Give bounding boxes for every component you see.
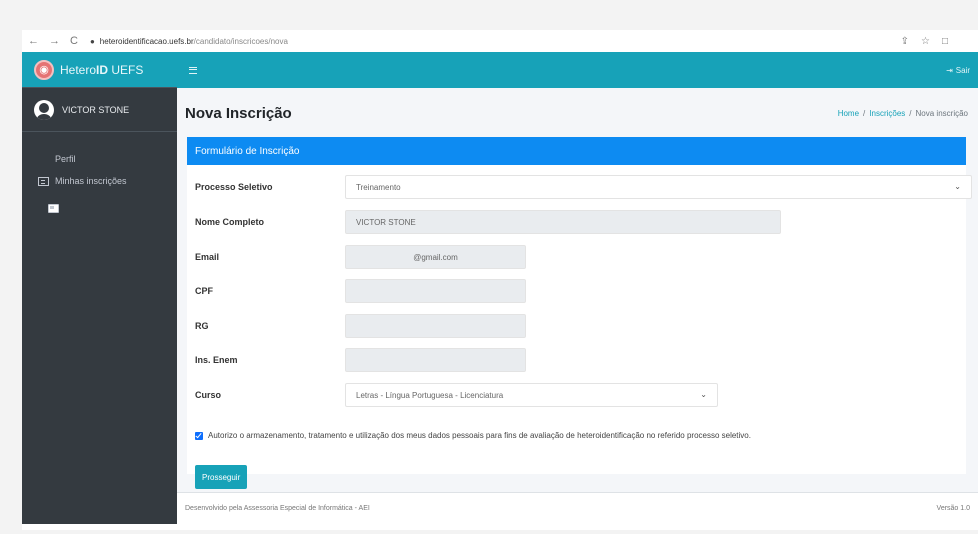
content-wrapper: Nova Inscrição Home / Inscrições / Nova insc…	[177, 88, 978, 524]
form-card: Formulário de Inscrição Processo Seletiv…	[187, 137, 972, 489]
brand-name-light: Hetero	[60, 62, 97, 77]
rg-label: RG	[195, 321, 209, 331]
chevron-down-icon: ⌄	[700, 390, 707, 399]
brand[interactable]: ◉ HeteroID UEFS	[22, 52, 177, 88]
email-label: Email	[195, 252, 220, 262]
id-card-icon	[48, 203, 59, 213]
sidebar-item-minhas-inscricoes[interactable]: Minhas inscrições	[22, 170, 177, 192]
top-navbar: ⇥ Sair	[177, 52, 978, 88]
browser-toolbar: ← → C ● heteroidentificacao.uefs.br /can…	[22, 30, 978, 52]
page-title: Nova Inscrição	[185, 104, 292, 122]
form-row-ins-enem: Ins. Enem	[195, 348, 526, 372]
address-bar[interactable]: ● heteroidentificacao.uefs.br /candidato…	[90, 37, 288, 46]
processo-seletivo-select[interactable]: Treinamento ⌄	[345, 175, 972, 199]
breadcrumb-separator: /	[863, 108, 866, 118]
email-field[interactable]: @gmail.com	[345, 245, 526, 269]
chevron-down-icon: ⌄	[954, 182, 961, 191]
brand-logo-icon: ◉	[34, 59, 54, 80]
sidebar: ◉ HeteroID UEFS VICTOR STONE Perfil Minh…	[22, 52, 177, 524]
breadcrumb: Home / Inscrições / Nova inscrição	[838, 109, 968, 118]
app-window: ◉ HeteroID UEFS VICTOR STONE Perfil Minh…	[22, 52, 978, 530]
curso-value: Letras - Língua Portuguesa - Licenciatur…	[356, 390, 504, 400]
cpf-field[interactable]	[345, 279, 526, 303]
curso-select[interactable]: Letras - Língua Portuguesa - Licenciatur…	[345, 383, 718, 407]
nome-completo-field[interactable]: VICTOR STONE	[345, 210, 781, 234]
content-header: Nova Inscrição Home / Inscrições / Nova insc…	[177, 88, 978, 138]
brand-name-bold: ID	[96, 62, 109, 77]
footer: Desenvolvido pela Assessoria Especial de…	[177, 492, 978, 524]
processo-seletivo-label: Processo Seletivo	[195, 182, 273, 192]
browser-actions: ⇪ ☆ □	[901, 36, 948, 47]
logout-label: Sair	[955, 65, 970, 75]
curso-label: Curso	[195, 390, 222, 400]
card-title: Formulário de Inscrição	[187, 137, 966, 165]
email-value: @gmail.com	[413, 252, 458, 262]
consent-row: Autorizo o armazenamento, tratamento e u…	[195, 431, 751, 440]
ins-enem-label: Ins. Enem	[195, 355, 238, 365]
logout-button[interactable]: ⇥ Sair	[946, 66, 970, 75]
form-row-rg: RG	[195, 314, 526, 338]
browser-nav: ← → C	[28, 35, 78, 47]
back-icon[interactable]: ←	[28, 35, 39, 47]
nome-completo-value: VICTOR STONE	[356, 217, 416, 227]
user-name: VICTOR STONE	[62, 104, 130, 115]
cpf-label: CPF	[195, 286, 213, 296]
rg-field[interactable]	[345, 314, 526, 338]
lock-icon: ●	[89, 36, 95, 46]
brand-name-suffix: UEFS	[108, 62, 144, 77]
prosseguir-button[interactable]: Prosseguir	[195, 465, 248, 489]
consent-checkbox[interactable]	[195, 431, 203, 440]
window-icon[interactable]: □	[942, 36, 948, 47]
form-row-email: Email @gmail.com	[195, 245, 526, 269]
forward-icon[interactable]: →	[49, 35, 60, 47]
breadcrumb-home[interactable]: Home	[838, 109, 859, 118]
processo-seletivo-value: Treinamento	[356, 182, 401, 192]
footer-version: Versão 1.0	[936, 505, 970, 512]
reload-icon[interactable]: C	[70, 35, 78, 47]
sidebar-item-label: Perfil	[55, 154, 76, 164]
share-icon[interactable]: ⇪	[901, 36, 909, 47]
form-row-processo-seletivo: Processo Seletivo Treinamento ⌄	[195, 175, 972, 199]
sidebar-item-perfil[interactable]: Perfil	[22, 148, 177, 213]
page: ← → C ● heteroidentificacao.uefs.br /can…	[0, 0, 978, 534]
consent-text: Autorizo o armazenamento, tratamento e u…	[208, 431, 751, 440]
star-icon[interactable]: ☆	[921, 36, 930, 47]
nome-completo-label: Nome Completo	[195, 217, 265, 227]
user-panel[interactable]: VICTOR STONE	[22, 88, 177, 132]
sidebar-item-label: Minhas inscrições	[55, 176, 127, 186]
ins-enem-field[interactable]	[345, 348, 526, 372]
user-avatar-icon	[34, 99, 54, 120]
url-path: /candidato/inscricoes/nova	[193, 36, 288, 46]
breadcrumb-inscricoes[interactable]: Inscrições	[869, 109, 905, 118]
list-icon	[38, 176, 49, 186]
logout-icon: ⇥	[946, 65, 953, 75]
footer-credit: Desenvolvido pela Assessoria Especial de…	[185, 505, 370, 512]
breadcrumb-current: Nova inscrição	[915, 108, 968, 118]
url-host: heteroidentificacao.uefs.br	[99, 36, 194, 46]
form-row-nome-completo: Nome Completo VICTOR STONE	[195, 210, 781, 234]
sidebar-menu: Perfil Minhas inscrições	[22, 132, 177, 213]
brand-name: HeteroID UEFS	[60, 63, 143, 77]
form-row-curso: Curso Letras - Língua Portuguesa - Licen…	[195, 383, 718, 407]
hamburger-menu-icon[interactable]	[189, 66, 197, 74]
breadcrumb-separator: /	[909, 108, 912, 118]
form-row-cpf: CPF	[195, 279, 526, 303]
